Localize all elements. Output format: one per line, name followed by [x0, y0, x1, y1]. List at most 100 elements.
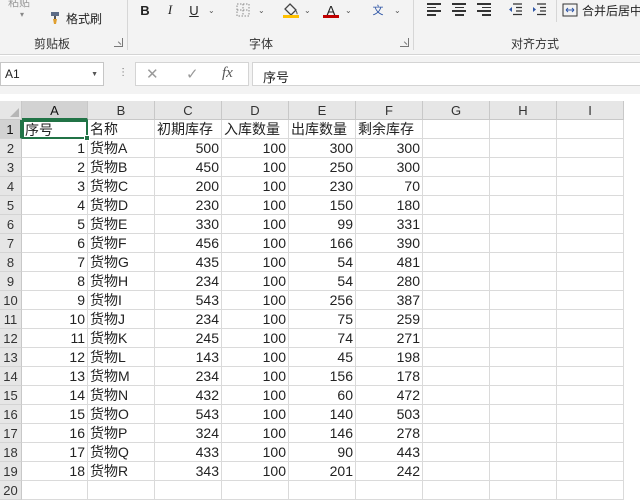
cell-a5[interactable]: 4: [22, 196, 88, 215]
cell-h20[interactable]: [490, 481, 557, 500]
cell-c12[interactable]: 245: [155, 329, 222, 348]
name-box[interactable]: A1 ▼: [0, 62, 104, 86]
cell-b5[interactable]: 货物D: [88, 196, 155, 215]
borders-button[interactable]: [234, 0, 252, 20]
cancel-icon[interactable]: ✕: [146, 65, 159, 83]
row-header[interactable]: 2: [0, 139, 22, 158]
cell-h13[interactable]: [490, 348, 557, 367]
cell-i17[interactable]: [557, 424, 624, 443]
cell-a12[interactable]: 11: [22, 329, 88, 348]
cell-a20[interactable]: [22, 481, 88, 500]
cell-f10[interactable]: 387: [356, 291, 423, 310]
cell-g8[interactable]: [423, 253, 490, 272]
cell-a4[interactable]: 3: [22, 177, 88, 196]
cell-i4[interactable]: [557, 177, 624, 196]
cell-c16[interactable]: 543: [155, 405, 222, 424]
borders-dropdown-icon[interactable]: ⌄: [258, 6, 265, 15]
cell-e15[interactable]: 60: [289, 386, 356, 405]
cell-g10[interactable]: [423, 291, 490, 310]
cell-c8[interactable]: 435: [155, 253, 222, 272]
cell-g7[interactable]: [423, 234, 490, 253]
cell-e6[interactable]: 99: [289, 215, 356, 234]
cell-d12[interactable]: 100: [222, 329, 289, 348]
cell-c20[interactable]: [155, 481, 222, 500]
cell-c11[interactable]: 234: [155, 310, 222, 329]
cell-d6[interactable]: 100: [222, 215, 289, 234]
cell-a3[interactable]: 2: [22, 158, 88, 177]
cell-i13[interactable]: [557, 348, 624, 367]
row-header[interactable]: 3: [0, 158, 22, 177]
cell-g19[interactable]: [423, 462, 490, 481]
cell-e12[interactable]: 74: [289, 329, 356, 348]
cell-i14[interactable]: [557, 367, 624, 386]
phonetic-button[interactable]: 文: [368, 0, 388, 20]
phonetic-dropdown-icon[interactable]: ⌄: [394, 6, 401, 15]
cell-a14[interactable]: 13: [22, 367, 88, 386]
cell-b9[interactable]: 货物H: [88, 272, 155, 291]
row-header[interactable]: 16: [0, 405, 22, 424]
cell-b6[interactable]: 货物E: [88, 215, 155, 234]
cell-e5[interactable]: 150: [289, 196, 356, 215]
cell-f9[interactable]: 280: [356, 272, 423, 291]
cell-d8[interactable]: 100: [222, 253, 289, 272]
row-header[interactable]: 4: [0, 177, 22, 196]
cell-h8[interactable]: [490, 253, 557, 272]
cell-h1[interactable]: [490, 120, 557, 139]
insert-function-icon[interactable]: fx: [222, 65, 233, 82]
cell-d7[interactable]: 100: [222, 234, 289, 253]
row-header[interactable]: 20: [0, 481, 22, 500]
cell-i1[interactable]: [557, 120, 624, 139]
cell-f15[interactable]: 472: [356, 386, 423, 405]
cell-f18[interactable]: 443: [356, 443, 423, 462]
row-header[interactable]: 13: [0, 348, 22, 367]
cell-g1[interactable]: [423, 120, 490, 139]
cell-e10[interactable]: 256: [289, 291, 356, 310]
cell-h14[interactable]: [490, 367, 557, 386]
cell-b4[interactable]: 货物C: [88, 177, 155, 196]
underline-button[interactable]: U: [186, 0, 202, 20]
cell-i5[interactable]: [557, 196, 624, 215]
cell-b12[interactable]: 货物K: [88, 329, 155, 348]
cell-f12[interactable]: 271: [356, 329, 423, 348]
cell-e18[interactable]: 90: [289, 443, 356, 462]
column-header-b[interactable]: B: [88, 101, 155, 120]
column-header-c[interactable]: C: [155, 101, 222, 120]
column-header-d[interactable]: D: [222, 101, 289, 120]
cell-d19[interactable]: 100: [222, 462, 289, 481]
cell-b16[interactable]: 货物O: [88, 405, 155, 424]
align-left-icon[interactable]: [427, 3, 441, 16]
cell-e11[interactable]: 75: [289, 310, 356, 329]
cell-d13[interactable]: 100: [222, 348, 289, 367]
cell-i18[interactable]: [557, 443, 624, 462]
cell-b11[interactable]: 货物J: [88, 310, 155, 329]
cell-c9[interactable]: 234: [155, 272, 222, 291]
cell-i9[interactable]: [557, 272, 624, 291]
cell-f14[interactable]: 178: [356, 367, 423, 386]
column-header-a[interactable]: A: [22, 101, 88, 120]
cell-g4[interactable]: [423, 177, 490, 196]
cell-a19[interactable]: 18: [22, 462, 88, 481]
cell-i7[interactable]: [557, 234, 624, 253]
row-header[interactable]: 18: [0, 443, 22, 462]
cell-g2[interactable]: [423, 139, 490, 158]
cell-a9[interactable]: 8: [22, 272, 88, 291]
cell-g11[interactable]: [423, 310, 490, 329]
cell-c17[interactable]: 324: [155, 424, 222, 443]
row-header[interactable]: 12: [0, 329, 22, 348]
cell-d17[interactable]: 100: [222, 424, 289, 443]
cell-h3[interactable]: [490, 158, 557, 177]
cell-g15[interactable]: [423, 386, 490, 405]
cell-c10[interactable]: 543: [155, 291, 222, 310]
cell-c15[interactable]: 432: [155, 386, 222, 405]
cell-b13[interactable]: 货物L: [88, 348, 155, 367]
cell-d3[interactable]: 100: [222, 158, 289, 177]
row-header[interactable]: 19: [0, 462, 22, 481]
cell-d2[interactable]: 100: [222, 139, 289, 158]
cell-a7[interactable]: 6: [22, 234, 88, 253]
formula-input[interactable]: 序号: [252, 62, 640, 86]
cell-i15[interactable]: [557, 386, 624, 405]
cell-c7[interactable]: 456: [155, 234, 222, 253]
font-launcher-icon[interactable]: [400, 38, 409, 47]
cell-h10[interactable]: [490, 291, 557, 310]
cell-d16[interactable]: 100: [222, 405, 289, 424]
